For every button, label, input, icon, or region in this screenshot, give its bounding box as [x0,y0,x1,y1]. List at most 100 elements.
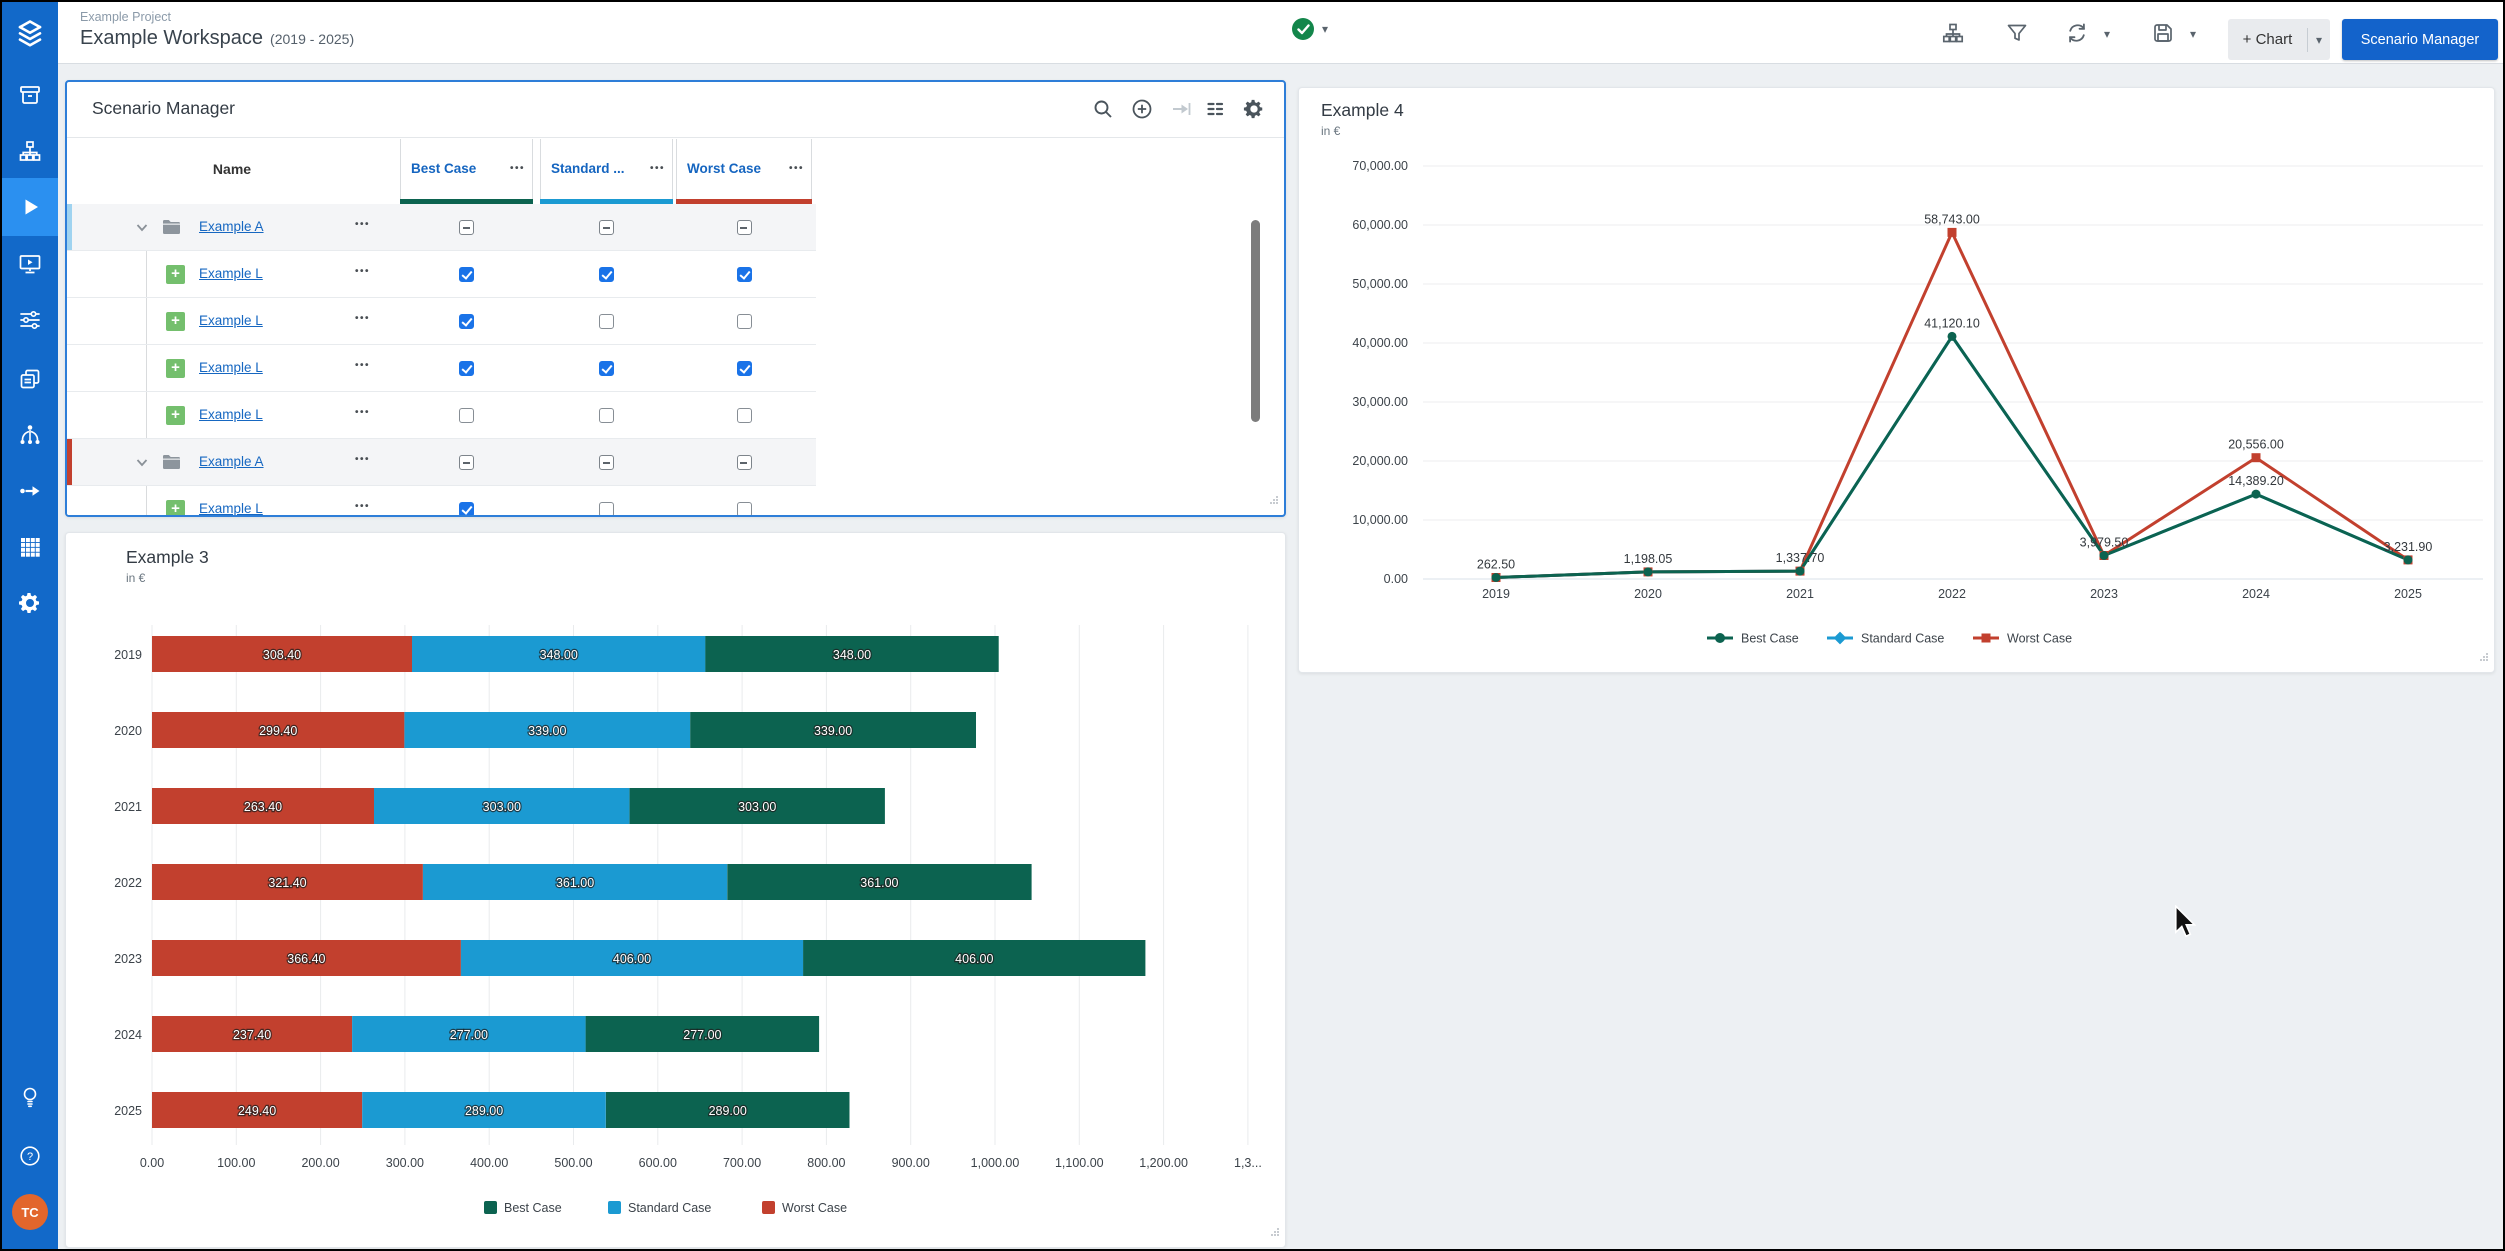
scenario-checkbox[interactable] [459,408,474,423]
sidebar-item-presentation[interactable] [2,244,58,284]
sidebar-item-pages[interactable] [2,359,58,399]
scenario-checkbox[interactable] [459,502,474,515]
search-icon[interactable] [1091,97,1115,121]
scenario-checkbox[interactable] [599,220,614,235]
save-dropdown-caret[interactable]: ▾ [2190,27,2196,41]
jump-arrow-icon [1169,97,1193,121]
save-icon[interactable] [2150,20,2176,46]
status-dropdown-caret[interactable]: ▾ [1322,22,1328,36]
list-view-icon[interactable] [1203,97,1227,121]
data-point[interactable] [2252,490,2261,499]
scenario-checkbox[interactable] [737,314,752,329]
mouse-cursor [2174,905,2198,944]
scrollbar[interactable] [1251,220,1260,422]
sidebar-item-org-chart[interactable] [2,131,58,171]
column-header[interactable]: Best Case ••• [400,139,533,204]
scenario-node-link[interactable]: Example L [199,360,263,375]
scenario-checkbox[interactable] [599,267,614,282]
column-header[interactable]: Standard ... ••• [540,139,673,204]
scenario-checkbox[interactable] [599,361,614,376]
refresh-dropdown-caret[interactable]: ▾ [2104,27,2110,41]
scenario-checkbox[interactable] [737,502,752,515]
point-label: 20,556.00 [2228,438,2284,452]
resize-handle[interactable] [1270,1224,1280,1242]
row-menu-icon[interactable]: ••• [355,313,370,324]
svg-text:303.00: 303.00 [483,800,521,814]
filter-icon[interactable] [2004,20,2030,46]
column-header[interactable]: Worst Case ••• [676,139,812,204]
sidebar-item-flow-arrow[interactable] [2,471,58,511]
column-header-label[interactable]: Standard ... [551,161,625,176]
data-point[interactable] [1796,567,1805,576]
table-row: +Example L••• [67,298,816,345]
scenario-node-link[interactable]: Example A [199,219,264,234]
scenario-checkbox[interactable] [737,408,752,423]
status-check-button[interactable] [1292,18,1314,40]
chevron-down-icon[interactable] [136,458,148,467]
scenario-checkbox[interactable] [599,314,614,329]
example3-chart-panel: Example 3 in € 0.00100.00200.00300.00400… [65,532,1286,1248]
resize-handle[interactable] [2479,649,2489,667]
scenario-checkbox[interactable] [599,502,614,515]
data-point[interactable] [1948,228,1957,237]
panel-settings-icon[interactable] [1242,97,1266,121]
row-menu-icon[interactable]: ••• [355,501,370,512]
scenario-node-link[interactable]: Example L [199,501,263,515]
data-point[interactable] [1948,332,1957,341]
scenario-node-link[interactable]: Example A [199,454,264,469]
chevron-down-icon[interactable] [136,223,148,232]
scenario-checkbox[interactable] [599,408,614,423]
column-menu-icon[interactable]: ••• [510,163,525,174]
scenario-checkbox[interactable] [599,455,614,470]
lightbulb-icon[interactable] [2,1077,58,1117]
row-menu-icon[interactable]: ••• [355,219,370,230]
add-node-icon: + [166,359,185,378]
add-chart-button[interactable]: + Chart ▾ [2228,19,2330,60]
sidebar-item-settings[interactable] [2,583,58,623]
row-menu-icon[interactable]: ••• [355,407,370,418]
scenario-node-link[interactable]: Example L [199,407,263,422]
column-header-label[interactable]: Best Case [411,161,476,176]
svg-text:1,100.00: 1,100.00 [1055,1156,1104,1170]
help-icon[interactable]: ? [2,1136,58,1176]
scenario-checkbox[interactable] [459,267,474,282]
data-point[interactable] [1492,573,1501,582]
scenario-node-link[interactable]: Example L [199,313,263,328]
sidebar-item-sliders[interactable] [2,300,58,340]
row-menu-icon[interactable]: ••• [355,266,370,277]
column-menu-icon[interactable]: ••• [650,163,665,174]
sidebar-item-play-active[interactable] [2,178,58,236]
point-label: 1,198.05 [1624,552,1673,566]
scenario-manager-button[interactable]: Scenario Manager [2342,19,2498,60]
app-logo-icon[interactable] [2,14,58,54]
data-point[interactable] [2252,453,2261,462]
scenario-checkbox[interactable] [737,220,752,235]
power-icon[interactable] [2,1238,58,1251]
hierarchy-icon[interactable] [1940,20,1966,46]
add-scenario-icon[interactable] [1130,97,1154,121]
scenario-checkbox[interactable] [459,455,474,470]
row-menu-icon[interactable]: ••• [355,454,370,465]
refresh-icon[interactable] [2064,20,2090,46]
scenario-checkbox[interactable] [459,361,474,376]
avatar[interactable]: TC [12,1194,48,1230]
scenario-checkbox[interactable] [737,455,752,470]
sidebar-item-grid[interactable] [2,527,58,567]
scenario-node-link[interactable]: Example L [199,266,263,281]
chart-dropdown-caret[interactable]: ▾ [2308,33,2330,47]
scenario-checkbox[interactable] [459,220,474,235]
scenario-checkbox[interactable] [459,314,474,329]
resize-handle[interactable] [1269,492,1279,510]
column-menu-icon[interactable]: ••• [789,163,804,174]
row-menu-icon[interactable]: ••• [355,360,370,371]
sidebar-item-model-graph[interactable] [2,415,58,455]
data-point[interactable] [2100,551,2109,560]
column-header-label[interactable]: Worst Case [687,161,761,176]
scenario-checkbox[interactable] [737,267,752,282]
legend-swatch [608,1201,621,1214]
scenario-checkbox[interactable] [737,361,752,376]
sidebar-item-archive[interactable] [2,75,58,115]
data-point[interactable] [2404,555,2413,564]
table-row: Example A ••• [67,439,816,486]
data-point[interactable] [1644,567,1653,576]
